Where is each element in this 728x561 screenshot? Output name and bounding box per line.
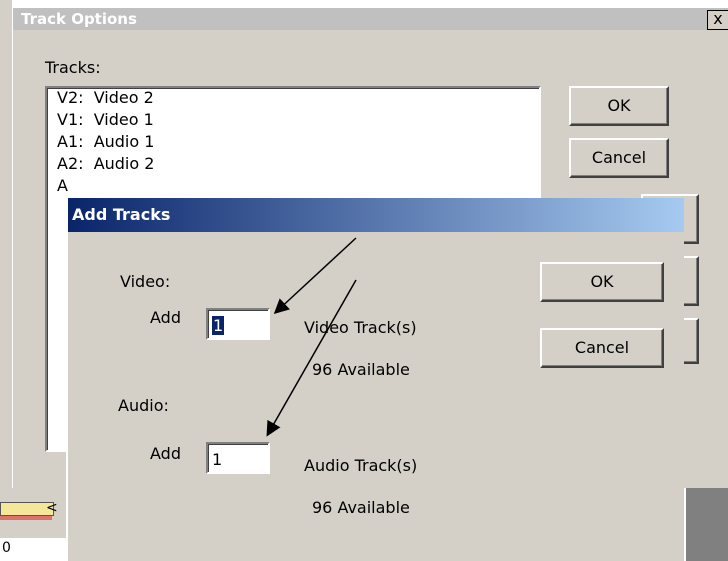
arrow-to-audio-input <box>266 279 357 437</box>
annotation-arrows <box>266 237 357 437</box>
